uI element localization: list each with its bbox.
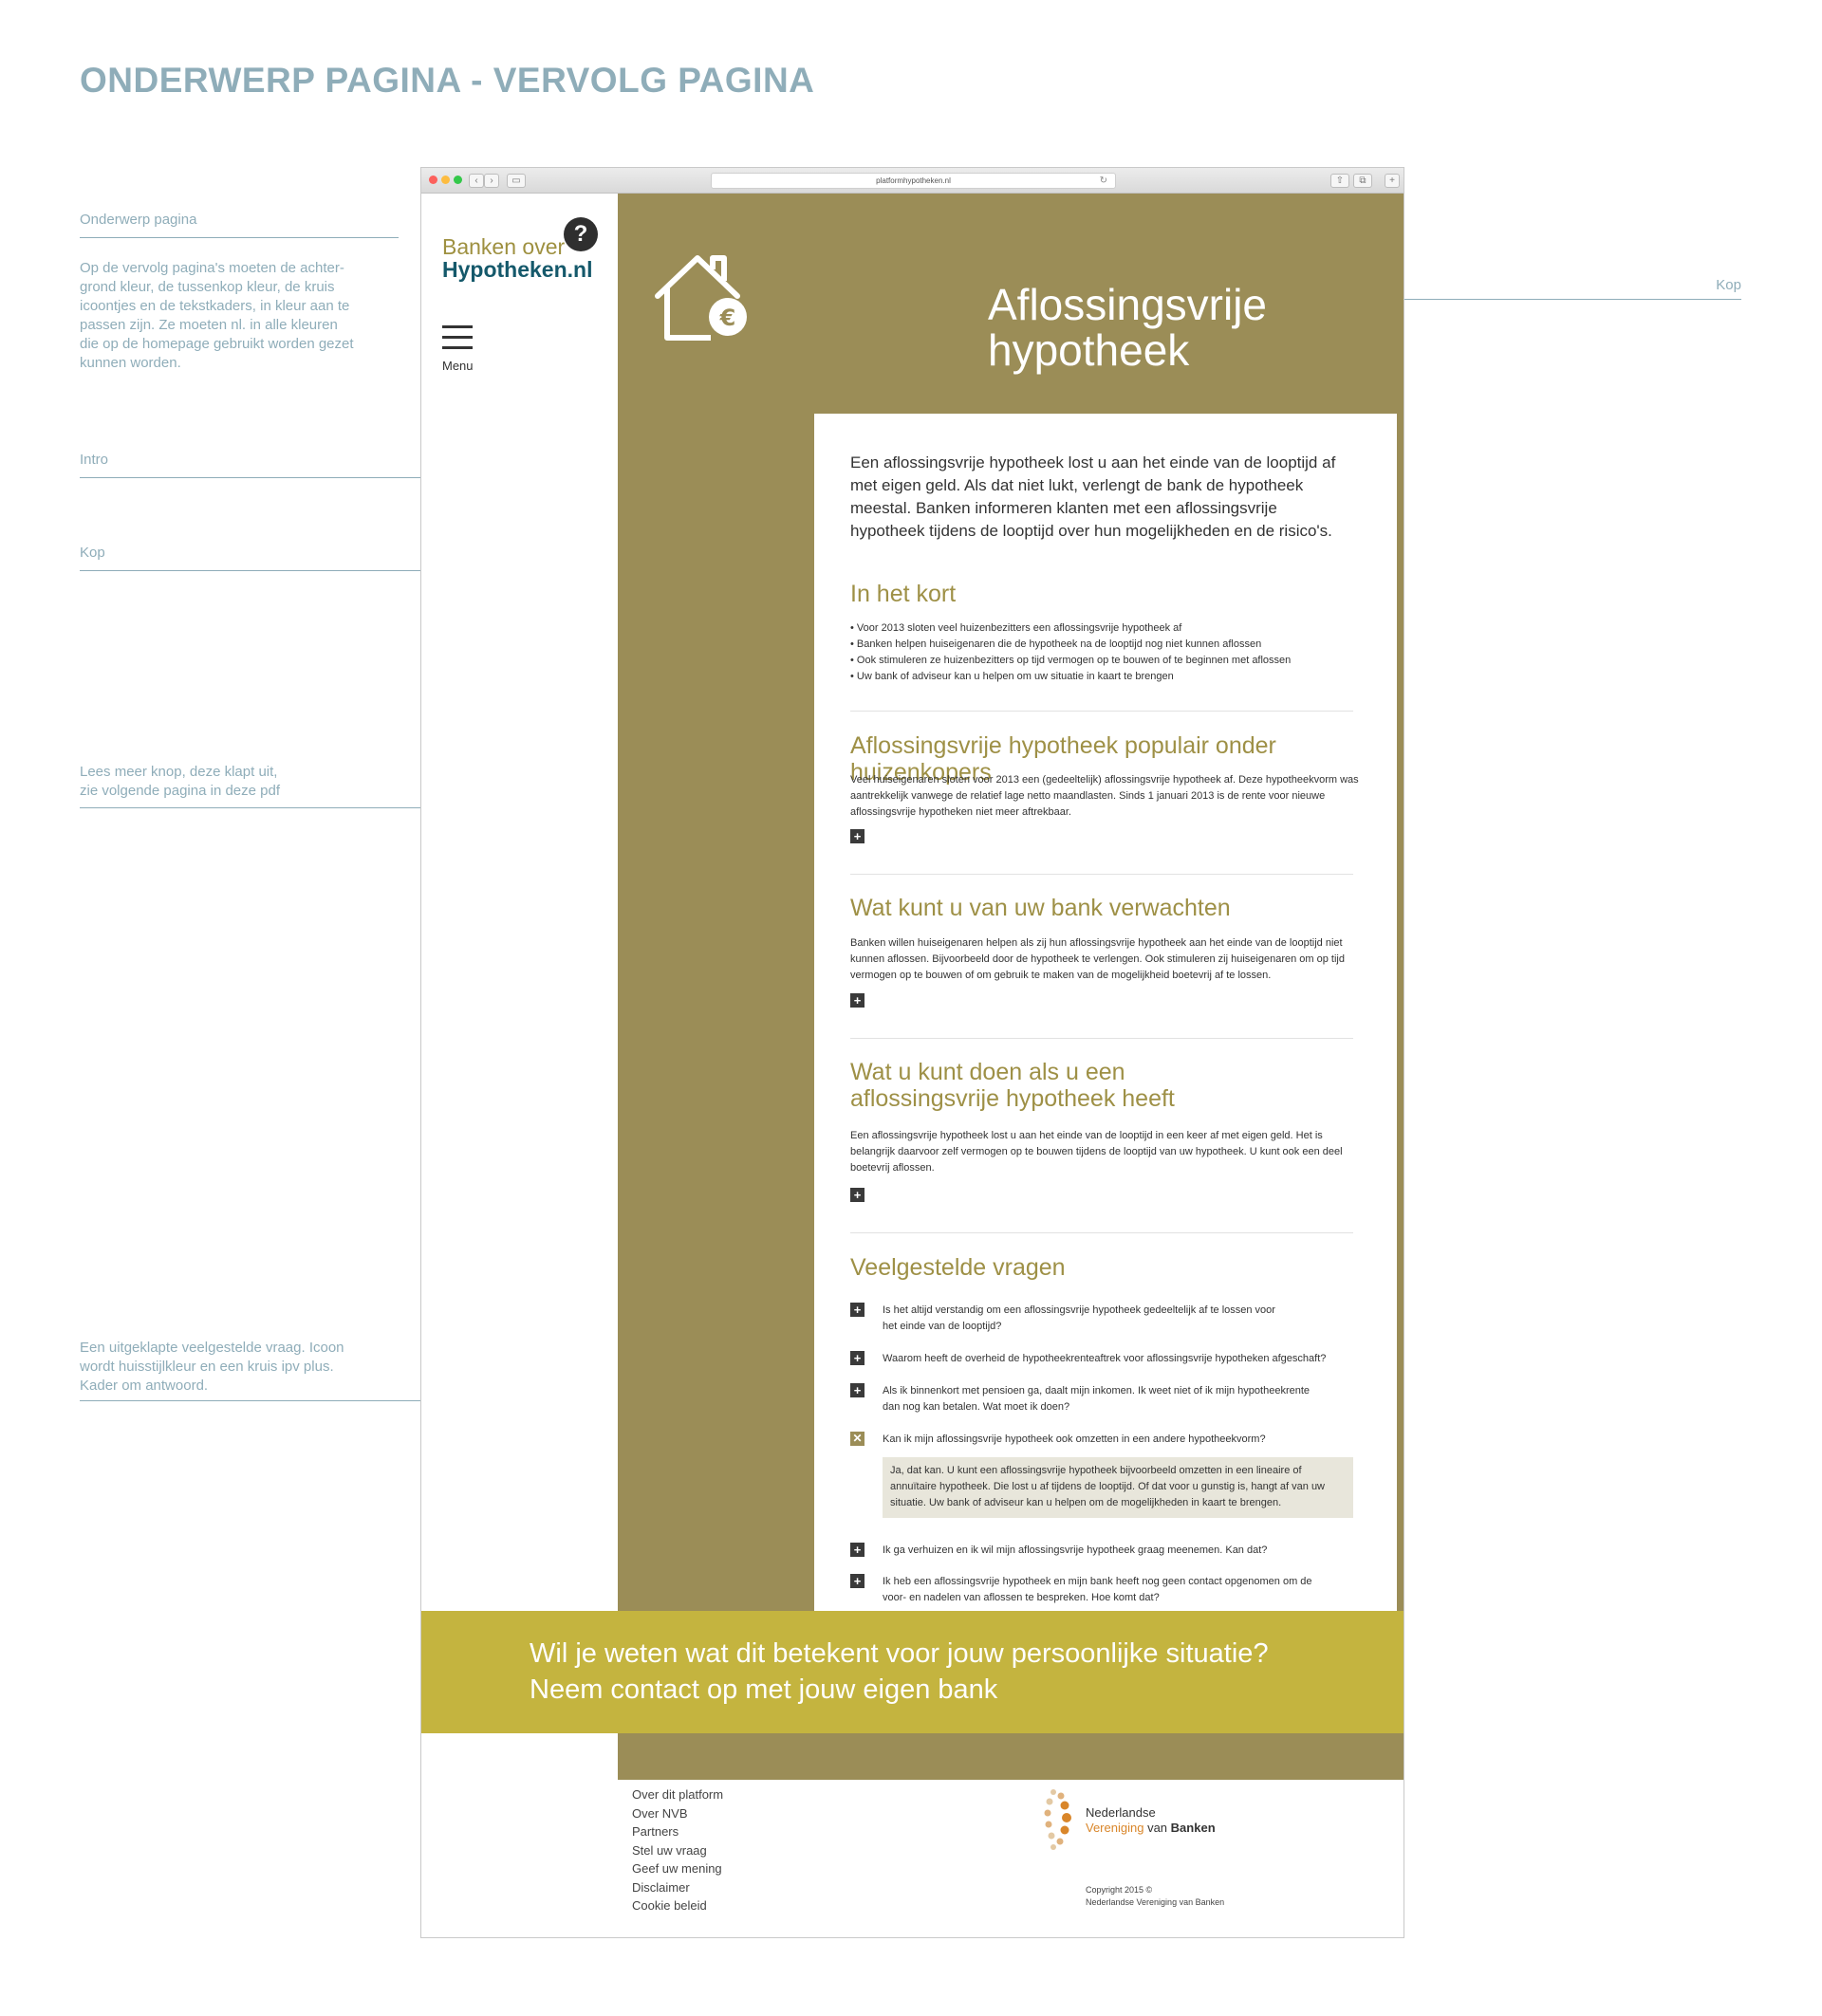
page-heading: ONDERWERP PAGINA - VERVOLG PAGINA: [80, 61, 815, 100]
divider: [850, 1232, 1353, 1233]
tabs-icon[interactable]: ⧉: [1353, 174, 1372, 188]
svg-text:€: €: [719, 305, 736, 331]
site-logo[interactable]: Banken over Hypotheken.nl: [442, 235, 592, 281]
faq-heading: Veelgestelde vragen: [850, 1254, 1066, 1281]
hero-title: Aflossingsvrije hypotheek: [988, 282, 1267, 373]
annotation-kop-left: Kop: [80, 545, 105, 561]
nvb-word-van: van: [1147, 1821, 1168, 1835]
footer-link[interactable]: Partners: [632, 1822, 723, 1841]
cta-text: Wil je weten wat dit betekent voor jouw …: [530, 1636, 1269, 1708]
footer-link[interactable]: Disclaimer: [632, 1878, 723, 1897]
share-icon[interactable]: ⇧: [1330, 174, 1349, 188]
article-content: Een aflossingsvrije hypotheek lost u aan…: [814, 414, 1397, 1637]
browser-window: ‹ › ▭ platformhypotheken.nl ↻ ⇧ ⧉ + ? Ba…: [420, 167, 1404, 1938]
hero-title-line1: Aflossingsvrije: [988, 280, 1267, 329]
annotation-kop-right: Kop: [1716, 277, 1741, 293]
read-more-plus-icon[interactable]: +: [850, 993, 865, 1008]
contact-banner[interactable]: Wil je weten wat dit betekent voor jouw …: [421, 1611, 1404, 1733]
faq-toggle-plus-icon[interactable]: +: [850, 1383, 865, 1397]
back-icon[interactable]: ‹: [469, 174, 484, 188]
browser-toolbar: ‹ › ▭ platformhypotheken.nl ↻ ⇧ ⧉ +: [421, 168, 1404, 194]
footer-link[interactable]: Over dit platform: [632, 1785, 723, 1804]
footer-link[interactable]: Stel uw vraag: [632, 1841, 723, 1860]
faq-question[interactable]: Is het altijd verstandig om een aflossin…: [883, 1303, 1281, 1335]
bullet-item: • Ook stimuleren ze huizenbezitters op t…: [850, 655, 1292, 666]
nvb-logo-text: Nederlandse Vereniging van Banken: [1086, 1805, 1216, 1836]
new-tab-icon[interactable]: +: [1385, 174, 1400, 188]
hero-title-line2: hypotheek: [988, 325, 1190, 375]
read-more-plus-icon[interactable]: +: [850, 829, 865, 843]
house-euro-icon: €: [655, 255, 747, 341]
divider: [850, 711, 1353, 712]
faq-toggle-plus-icon[interactable]: +: [850, 1574, 865, 1588]
kort-bullets: • Voor 2013 sloten veel huizenbezitters …: [850, 620, 1363, 685]
nvb-word-banken: Banken: [1170, 1821, 1216, 1835]
bullet-item: • Banken helpen huiseigenaren die de hyp…: [850, 638, 1262, 650]
annotation-faq-note: Een uitgeklapte veelgestelde vraag. Icoo…: [80, 1340, 344, 1394]
copyright-line1: Copyright 2015 ©: [1086, 1885, 1153, 1895]
cta-line2: Neem contact op met jouw eigen bank: [530, 1674, 998, 1705]
bullet-item: • Uw bank of adviseur kan u helpen om uw…: [850, 671, 1174, 682]
minimize-window-button[interactable]: [441, 176, 450, 184]
read-more-plus-icon[interactable]: +: [850, 1188, 865, 1202]
url-text: platformhypotheken.nl: [876, 176, 951, 185]
logo-line2: Hypotheken.nl: [442, 257, 593, 282]
faq-question[interactable]: Ik ga verhuizen en ik wil mijn aflossing…: [883, 1543, 1357, 1559]
footer-link[interactable]: Cookie beleid: [632, 1896, 723, 1915]
cta-line1: Wil je weten wat dit betekent voor jouw …: [530, 1638, 1269, 1669]
nvb-logo-icon: [1044, 1789, 1071, 1850]
forward-icon[interactable]: ›: [484, 174, 499, 188]
divider: [850, 874, 1353, 875]
close-window-button[interactable]: [429, 176, 437, 184]
logo-line1: Banken over: [442, 234, 566, 259]
kort-heading: In het kort: [850, 581, 957, 607]
footer-link[interactable]: Over NVB: [632, 1804, 723, 1823]
annotation-intro: Intro: [80, 452, 109, 468]
annotation-onderwerp-title: Onderwerp pagina: [80, 212, 197, 228]
section-heading: Wat u kunt doen als u een aflossingsvrij…: [850, 1059, 1175, 1112]
faq-toggle-plus-icon[interactable]: +: [850, 1351, 865, 1365]
section-body: Veel huiseigenaren sloten voor 2013 een …: [850, 774, 1359, 818]
reload-icon[interactable]: ↻: [1100, 174, 1107, 188]
faq-answer-box: Ja, dat kan. U kunt een aflossingsvrije …: [883, 1457, 1353, 1518]
section-body: Banken willen huiseigenaren helpen als z…: [850, 937, 1345, 981]
footer-links: Over dit platform Over NVB Partners Stel…: [632, 1785, 723, 1915]
faq-question[interactable]: Ik heb een aflossingsvrije hypotheek en …: [883, 1574, 1319, 1606]
faq-question[interactable]: Waarom heeft de overheid de hypotheekren…: [883, 1351, 1357, 1367]
nvb-word-vereniging: Vereniging: [1086, 1821, 1144, 1835]
faq-toggle-plus-icon[interactable]: +: [850, 1303, 865, 1317]
annotation-onderwerp-body: Op de vervolg pagina's moeten de achter-…: [80, 260, 354, 371]
hamburger-menu-icon[interactable]: [442, 325, 473, 357]
bullet-item: • Voor 2013 sloten veel huizenbezitters …: [850, 622, 1182, 634]
annotation-line: [80, 237, 399, 238]
address-bar[interactable]: platformhypotheken.nl ↻: [711, 173, 1116, 189]
hero-band: € Aflossingsvrije hypotheek Een aflossin…: [618, 194, 1404, 1780]
intro-text: Een aflossingsvrije hypotheek lost u aan…: [850, 453, 1336, 540]
section-heading: Wat kunt u van uw bank verwachten: [850, 895, 1231, 921]
divider: [850, 1038, 1353, 1039]
faq-toggle-close-icon[interactable]: ✕: [850, 1432, 865, 1446]
copyright-line2: Nederlandse Vereniging van Banken: [1086, 1897, 1225, 1907]
nvb-line1: Nederlandse: [1086, 1805, 1156, 1820]
menu-label[interactable]: Menu: [442, 359, 474, 373]
section-body: Een aflossingsvrije hypotheek lost u aan…: [850, 1130, 1343, 1174]
maximize-window-button[interactable]: [454, 176, 462, 184]
footer-link[interactable]: Geef uw mening: [632, 1859, 723, 1878]
annotation-lees-meer: Lees meer knop, deze klapt uit, zie volg…: [80, 764, 280, 799]
sidebar-toggle-icon[interactable]: ▭: [507, 174, 526, 188]
copyright: Copyright 2015 © Nederlandse Vereniging …: [1086, 1884, 1224, 1909]
faq-question[interactable]: Als ik binnenkort met pensioen ga, daalt…: [883, 1383, 1319, 1415]
faq-toggle-plus-icon[interactable]: +: [850, 1543, 865, 1557]
site-sidebar: ? Banken over Hypotheken.nl Menu: [421, 194, 617, 1780]
faq-question-open[interactable]: Kan ik mijn aflossingsvrije hypotheek oo…: [883, 1432, 1357, 1448]
